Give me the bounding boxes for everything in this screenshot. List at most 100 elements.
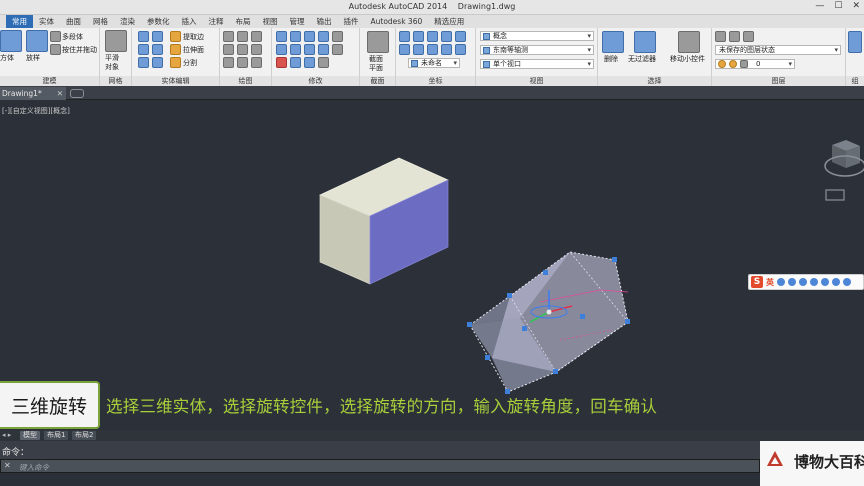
- rotate-3d-icon[interactable]: [290, 31, 301, 42]
- intersect-icon[interactable]: [138, 44, 149, 55]
- layer-isolate-icon[interactable]: [729, 31, 740, 42]
- viewport-controls-label[interactable]: [-][自定义视图][概念]: [2, 106, 70, 116]
- tab-render[interactable]: 渲染: [114, 15, 141, 28]
- ucs-y-icon[interactable]: [413, 44, 424, 55]
- panel-label-modeling[interactable]: 建模: [0, 76, 99, 86]
- minimize-button[interactable]: —: [815, 1, 824, 11]
- tab-annotate[interactable]: 注释: [203, 15, 230, 28]
- visual-style-dropdown[interactable]: 概念: [480, 31, 594, 41]
- ucs-object-icon[interactable]: [455, 44, 466, 55]
- panel-label-coordinates[interactable]: 坐标: [396, 76, 475, 86]
- layout-nav-arrows-icon[interactable]: ◂ ▸: [2, 431, 11, 439]
- ime-language-toggle[interactable]: 英: [766, 277, 774, 288]
- explode-icon[interactable]: [318, 57, 329, 68]
- panel-label-section[interactable]: 截面: [360, 76, 395, 86]
- move-gizmo-icon[interactable]: [678, 31, 700, 53]
- ucs-view-icon[interactable]: [455, 31, 466, 42]
- array-icon[interactable]: [276, 44, 287, 55]
- scale-icon[interactable]: [290, 57, 301, 68]
- close-button[interactable]: ✕: [852, 1, 860, 11]
- panel-label-modify[interactable]: 修改: [272, 76, 359, 86]
- current-layer-dropdown[interactable]: 0: [715, 59, 795, 69]
- presspull-icon[interactable]: [50, 44, 61, 55]
- voice-icon[interactable]: [799, 278, 807, 286]
- tab-home[interactable]: 常用: [6, 15, 33, 28]
- panel-label-selection[interactable]: 选择: [598, 76, 711, 86]
- tab-manage[interactable]: 管理: [284, 15, 311, 28]
- polyline-icon[interactable]: [237, 31, 248, 42]
- tab-insert[interactable]: 插入: [176, 15, 203, 28]
- ucs-icon[interactable]: [399, 31, 410, 42]
- tab-plugins[interactable]: 插件: [338, 15, 365, 28]
- union-icon[interactable]: [138, 31, 149, 42]
- arc-icon[interactable]: [251, 31, 262, 42]
- ucs-z-icon[interactable]: [427, 44, 438, 55]
- emoji-icon[interactable]: [788, 278, 796, 286]
- offset-icon[interactable]: [290, 44, 301, 55]
- tab-solid[interactable]: 实体: [33, 15, 60, 28]
- viewport-config-dropdown[interactable]: 单个视口: [480, 59, 594, 69]
- no-filter-icon[interactable]: [634, 31, 656, 53]
- command-close-icon[interactable]: ✕: [4, 461, 11, 470]
- separate-icon[interactable]: [170, 57, 181, 68]
- lock-icon[interactable]: [740, 60, 748, 68]
- fillet-icon[interactable]: [304, 44, 315, 55]
- sun-icon[interactable]: [729, 60, 737, 68]
- polysolid-icon[interactable]: [50, 31, 61, 42]
- drawing-viewport[interactable]: [0, 100, 864, 430]
- keyboard-icon[interactable]: [810, 278, 818, 286]
- ime-toolbar[interactable]: S 英: [748, 274, 864, 290]
- region-icon[interactable]: [223, 57, 234, 68]
- stretch-icon[interactable]: [304, 57, 315, 68]
- tab-layout2[interactable]: 布局2: [72, 431, 97, 440]
- tab-surface[interactable]: 曲面: [60, 15, 87, 28]
- group-icon[interactable]: [848, 31, 862, 53]
- box-icon[interactable]: [0, 30, 22, 52]
- new-tab-icon[interactable]: [70, 89, 84, 98]
- rectangle-icon[interactable]: [251, 44, 262, 55]
- tab-parametric[interactable]: 参数化: [141, 15, 176, 28]
- ucs-3point-icon[interactable]: [441, 44, 452, 55]
- trim-icon[interactable]: [332, 31, 343, 42]
- move-icon[interactable]: [276, 31, 287, 42]
- panel-label-layers[interactable]: 图层: [712, 76, 845, 86]
- line-icon[interactable]: [223, 31, 234, 42]
- punctuation-icon[interactable]: [777, 278, 785, 286]
- extract-edges-icon[interactable]: [170, 31, 181, 42]
- tab-mesh[interactable]: 网格: [87, 15, 114, 28]
- file-tab-close-icon[interactable]: ✕: [57, 87, 63, 100]
- tab-view[interactable]: 视图: [257, 15, 284, 28]
- light-bulb-icon[interactable]: [718, 60, 726, 68]
- layer-state-dropdown[interactable]: 未保存的图层状态: [715, 45, 841, 55]
- ucs-face-icon[interactable]: [441, 31, 452, 42]
- maximize-button[interactable]: ☐: [834, 1, 842, 11]
- ucs-named-dropdown[interactable]: 未命名: [408, 58, 460, 68]
- loft-icon[interactable]: [26, 30, 48, 52]
- layer-freeze-icon[interactable]: [743, 31, 754, 42]
- tab-layout[interactable]: 布局: [230, 15, 257, 28]
- command-input[interactable]: 键入命令: [19, 462, 49, 473]
- spline-icon[interactable]: [223, 44, 234, 55]
- ucs-origin-icon[interactable]: [427, 31, 438, 42]
- erase-icon[interactable]: [276, 57, 287, 68]
- toolbox-icon[interactable]: [832, 278, 840, 286]
- slice-icon[interactable]: [138, 57, 149, 68]
- view-direction-dropdown[interactable]: 东南等轴测: [480, 45, 594, 55]
- align-icon[interactable]: [304, 31, 315, 42]
- copy-icon[interactable]: [332, 44, 343, 55]
- subtract-icon[interactable]: [152, 31, 163, 42]
- tab-autodesk-360[interactable]: Autodesk 360: [365, 15, 429, 28]
- section-plane-icon[interactable]: [367, 31, 389, 53]
- chamfer-icon[interactable]: [318, 44, 329, 55]
- mirror-icon[interactable]: [318, 31, 329, 42]
- interfere-icon[interactable]: [152, 44, 163, 55]
- command-line[interactable]: ✕ 键入命令: [0, 459, 760, 473]
- panel-label-mesh[interactable]: 网格: [100, 76, 131, 86]
- tab-featured-apps[interactable]: 精选应用: [428, 15, 470, 28]
- tab-layout1[interactable]: 布局1: [44, 431, 69, 440]
- ucs-x-icon[interactable]: [399, 44, 410, 55]
- extrude-faces-icon[interactable]: [170, 44, 181, 55]
- tab-model[interactable]: 模型: [20, 431, 40, 440]
- smooth-object-icon[interactable]: [105, 30, 127, 52]
- layer-properties-icon[interactable]: [715, 31, 726, 42]
